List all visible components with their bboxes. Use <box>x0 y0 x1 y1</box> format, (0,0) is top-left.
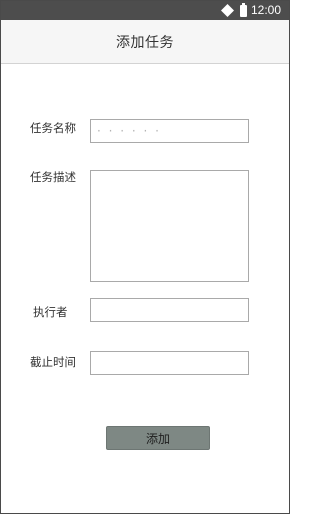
wifi-icon <box>220 4 234 17</box>
status-time: 12:00 <box>250 3 281 17</box>
status-icons: 12:00 <box>219 2 281 19</box>
add-button[interactable]: 添加 <box>106 426 210 450</box>
assignee-input[interactable] <box>90 298 249 322</box>
task-name-input[interactable] <box>90 119 249 143</box>
battery-icon <box>239 2 247 17</box>
task-name-label: 任务名称 <box>30 121 76 135</box>
deadline-input[interactable] <box>90 351 249 375</box>
status-bar: 12:00 <box>1 1 289 20</box>
task-description-label: 任务描述 <box>30 170 76 184</box>
deadline-label: 截止时间 <box>30 355 76 369</box>
task-description-textarea[interactable] <box>90 170 249 282</box>
assignee-label: 执行者 <box>33 305 68 319</box>
title-bar: 添加任务 <box>1 20 289 64</box>
page-title: 添加任务 <box>116 34 174 51</box>
phone-screen: 12:00 添加任务 任务名称 任务描述 执行者 截止时间 添加 <box>0 0 290 514</box>
